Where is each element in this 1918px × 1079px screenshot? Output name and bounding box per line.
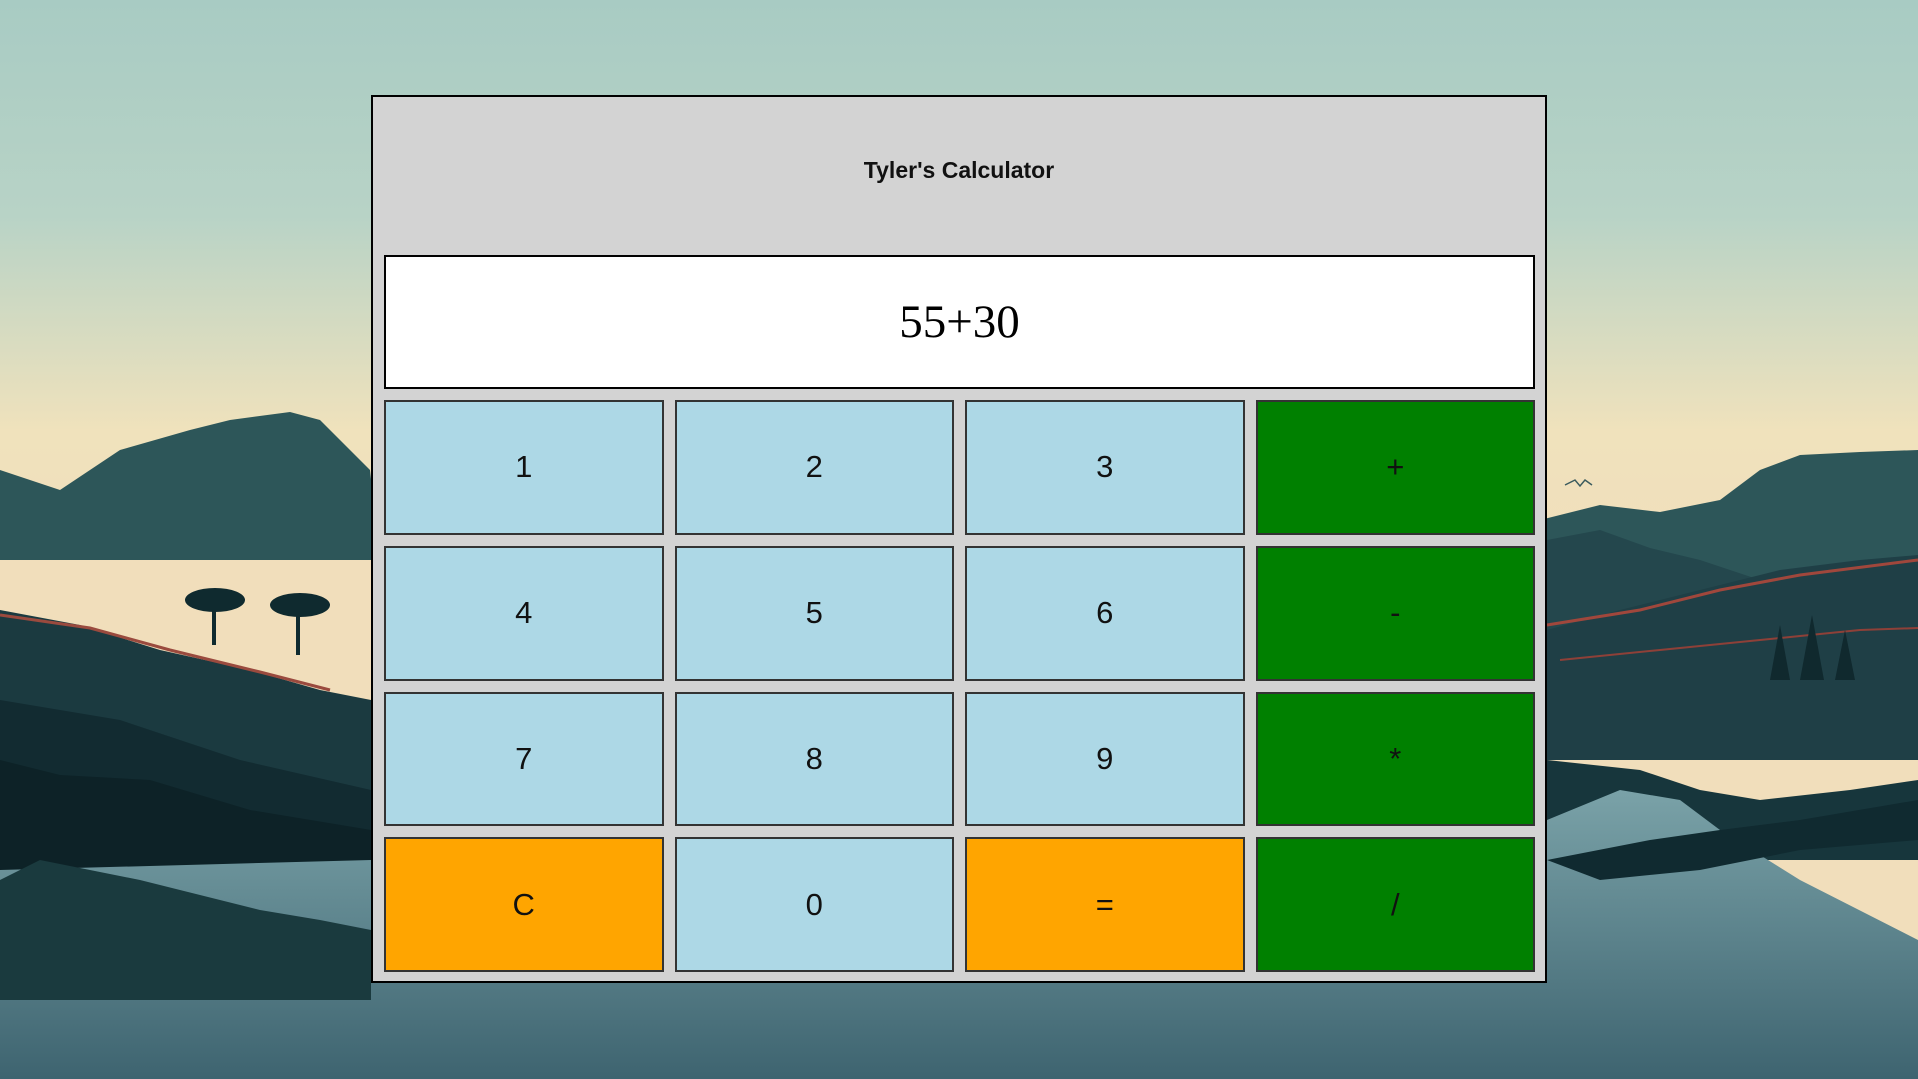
equals-button[interactable]: =	[965, 837, 1245, 972]
key-2-button[interactable]: 2	[674, 400, 954, 535]
key-3-button[interactable]: 3	[965, 400, 1245, 535]
key-0-button[interactable]: 0	[674, 837, 954, 972]
calculator-title: Tyler's Calculator	[863, 157, 1055, 183]
calculator-panel: Tyler's Calculator 55+30 1 2 3 + 4 5 6 -…	[371, 95, 1547, 983]
display-value: 55+30	[899, 296, 1020, 348]
key-1-button[interactable]: 1	[384, 400, 664, 535]
key-4-button[interactable]: 4	[384, 545, 664, 681]
calculator-display: 55+30	[384, 255, 1535, 389]
key-8-button[interactable]: 8	[674, 691, 954, 827]
key-6-button[interactable]: 6	[965, 545, 1245, 681]
add-button[interactable]: +	[1255, 400, 1535, 535]
key-5-button[interactable]: 5	[674, 545, 954, 681]
clear-button[interactable]: C	[384, 837, 664, 972]
multiply-button[interactable]: *	[1255, 691, 1535, 827]
divide-button[interactable]: /	[1255, 837, 1535, 972]
key-7-button[interactable]: 7	[384, 691, 664, 827]
keypad: 1 2 3 + 4 5 6 - 7 8 9 * C 0 = /	[384, 400, 1535, 972]
key-9-button[interactable]: 9	[965, 691, 1245, 827]
subtract-button[interactable]: -	[1255, 545, 1535, 681]
